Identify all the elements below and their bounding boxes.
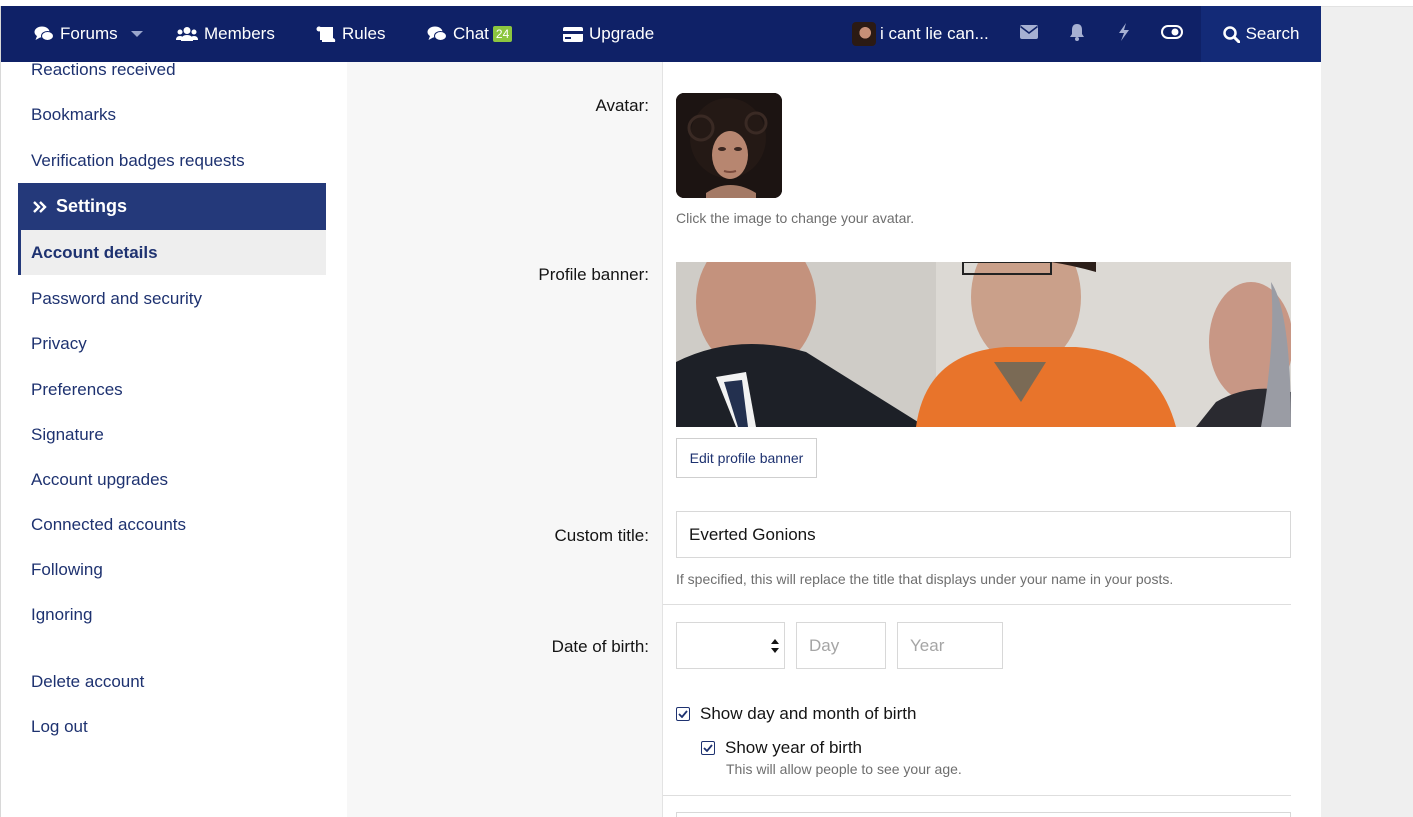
sidebar-section-title: Settings [56,196,128,216]
nav-rules-label: Rules [342,24,386,43]
bolt-icon [1118,22,1130,46]
sidebar-item-account-upgrades[interactable]: Account upgrades [31,470,168,490]
nav-upgrade-label: Upgrade [589,24,655,43]
nav-search-label: Search [1245,24,1300,43]
show-year-label: Show year of birth [725,738,863,757]
sidebar-section-settings[interactable]: Settings [18,183,326,230]
frame-top-border [1321,6,1413,7]
form-label-column [347,62,663,817]
sidebar-item-account-details[interactable]: Account details [18,230,326,275]
page-right-gutter [1321,6,1413,817]
custom-title-hint: If specified, this will replace the titl… [676,571,1174,587]
birth-month-select[interactable] [676,622,785,669]
nav-chat-label: Chat [453,24,489,43]
nav-forums-label: Forums [60,24,118,43]
custom-title-label: Custom title: [554,526,649,545]
profile-banner-image [676,262,1291,427]
next-form-field[interactable] [676,812,1291,817]
sidebar-item-bookmarks[interactable]: Bookmarks [31,105,116,125]
show-year-checkbox[interactable] [701,741,715,755]
form-divider-bottom [663,795,1291,796]
sidebar-item-connected-accounts[interactable]: Connected accounts [31,515,186,535]
users-icon [176,26,198,42]
show-year-option[interactable]: Show year of birth [701,738,862,758]
nav-whats-new[interactable] [1104,6,1144,62]
custom-title-input[interactable]: Everted Gonions [676,511,1291,558]
bell-icon [1069,23,1085,46]
sidebar-item-verification-badges[interactable]: Verification badges requests [31,151,245,171]
sidebar-item-preferences[interactable]: Preferences [31,380,123,400]
avatar-label: Avatar: [595,96,649,115]
sidebar-item-following[interactable]: Following [31,560,103,580]
nav-upgrade[interactable]: Upgrade [563,6,654,62]
select-arrows-icon [771,639,779,658]
avatar-image[interactable] [676,93,782,198]
nav-alerts[interactable] [1057,6,1097,62]
account-sidebar: Reactions received Bookmarks Verificatio… [1,60,347,817]
sidebar-item-ignoring[interactable]: Ignoring [31,605,92,625]
sidebar-item-reactions-received[interactable]: Reactions received [31,60,176,80]
sidebar-item-delete-account[interactable]: Delete account [31,672,144,692]
birth-year-input[interactable]: Year [897,622,1003,669]
double-chevron-right-icon [32,200,48,214]
user-avatar [852,22,876,46]
credit-card-icon [563,26,583,42]
nav-search[interactable]: Search [1201,6,1321,62]
nav-rules[interactable]: Rules [316,6,385,62]
profile-banner-label: Profile banner: [538,265,649,284]
sidebar-item-log-out[interactable]: Log out [31,717,88,737]
chat-icon [427,26,447,42]
nav-username: i cant lie can... [880,24,989,43]
nav-forums-dropdown[interactable] [131,6,143,62]
nav-members-label: Members [204,24,275,43]
show-day-month-option[interactable]: Show day and month of birth [676,704,916,724]
top-navbar: Forums Members Rules Chat 24 Upgrade i c… [1,6,1321,62]
date-of-birth-label: Date of birth: [551,637,649,656]
nav-members[interactable]: Members [176,6,275,62]
nav-theme-toggle[interactable] [1152,6,1192,62]
sidebar-item-privacy[interactable]: Privacy [31,334,87,354]
sidebar-item-password-security[interactable]: Password and security [31,289,202,309]
nav-user-menu[interactable]: i cant lie can... [852,6,989,62]
avatar-hint: Click the image to change your avatar. [676,210,915,226]
nav-forums[interactable]: Forums [34,6,118,62]
toggle-icon [1161,24,1183,44]
scroll-icon [316,26,336,43]
comments-icon [34,26,54,42]
show-year-hint: This will allow people to see your age. [726,761,962,777]
edit-profile-banner-button[interactable]: Edit profile banner [676,438,817,478]
birth-day-input[interactable]: Day [796,622,886,669]
search-icon [1222,25,1240,43]
form-divider [663,604,1291,605]
nav-chat[interactable]: Chat 24 [427,6,513,62]
chat-count-badge: 24 [492,26,513,42]
show-day-month-label: Show day and month of birth [700,704,917,723]
caret-down-icon [131,30,143,38]
nav-inbox[interactable] [1009,6,1049,62]
envelope-icon [1020,24,1038,44]
show-day-month-checkbox[interactable] [676,707,690,721]
sidebar-item-signature[interactable]: Signature [31,425,104,445]
